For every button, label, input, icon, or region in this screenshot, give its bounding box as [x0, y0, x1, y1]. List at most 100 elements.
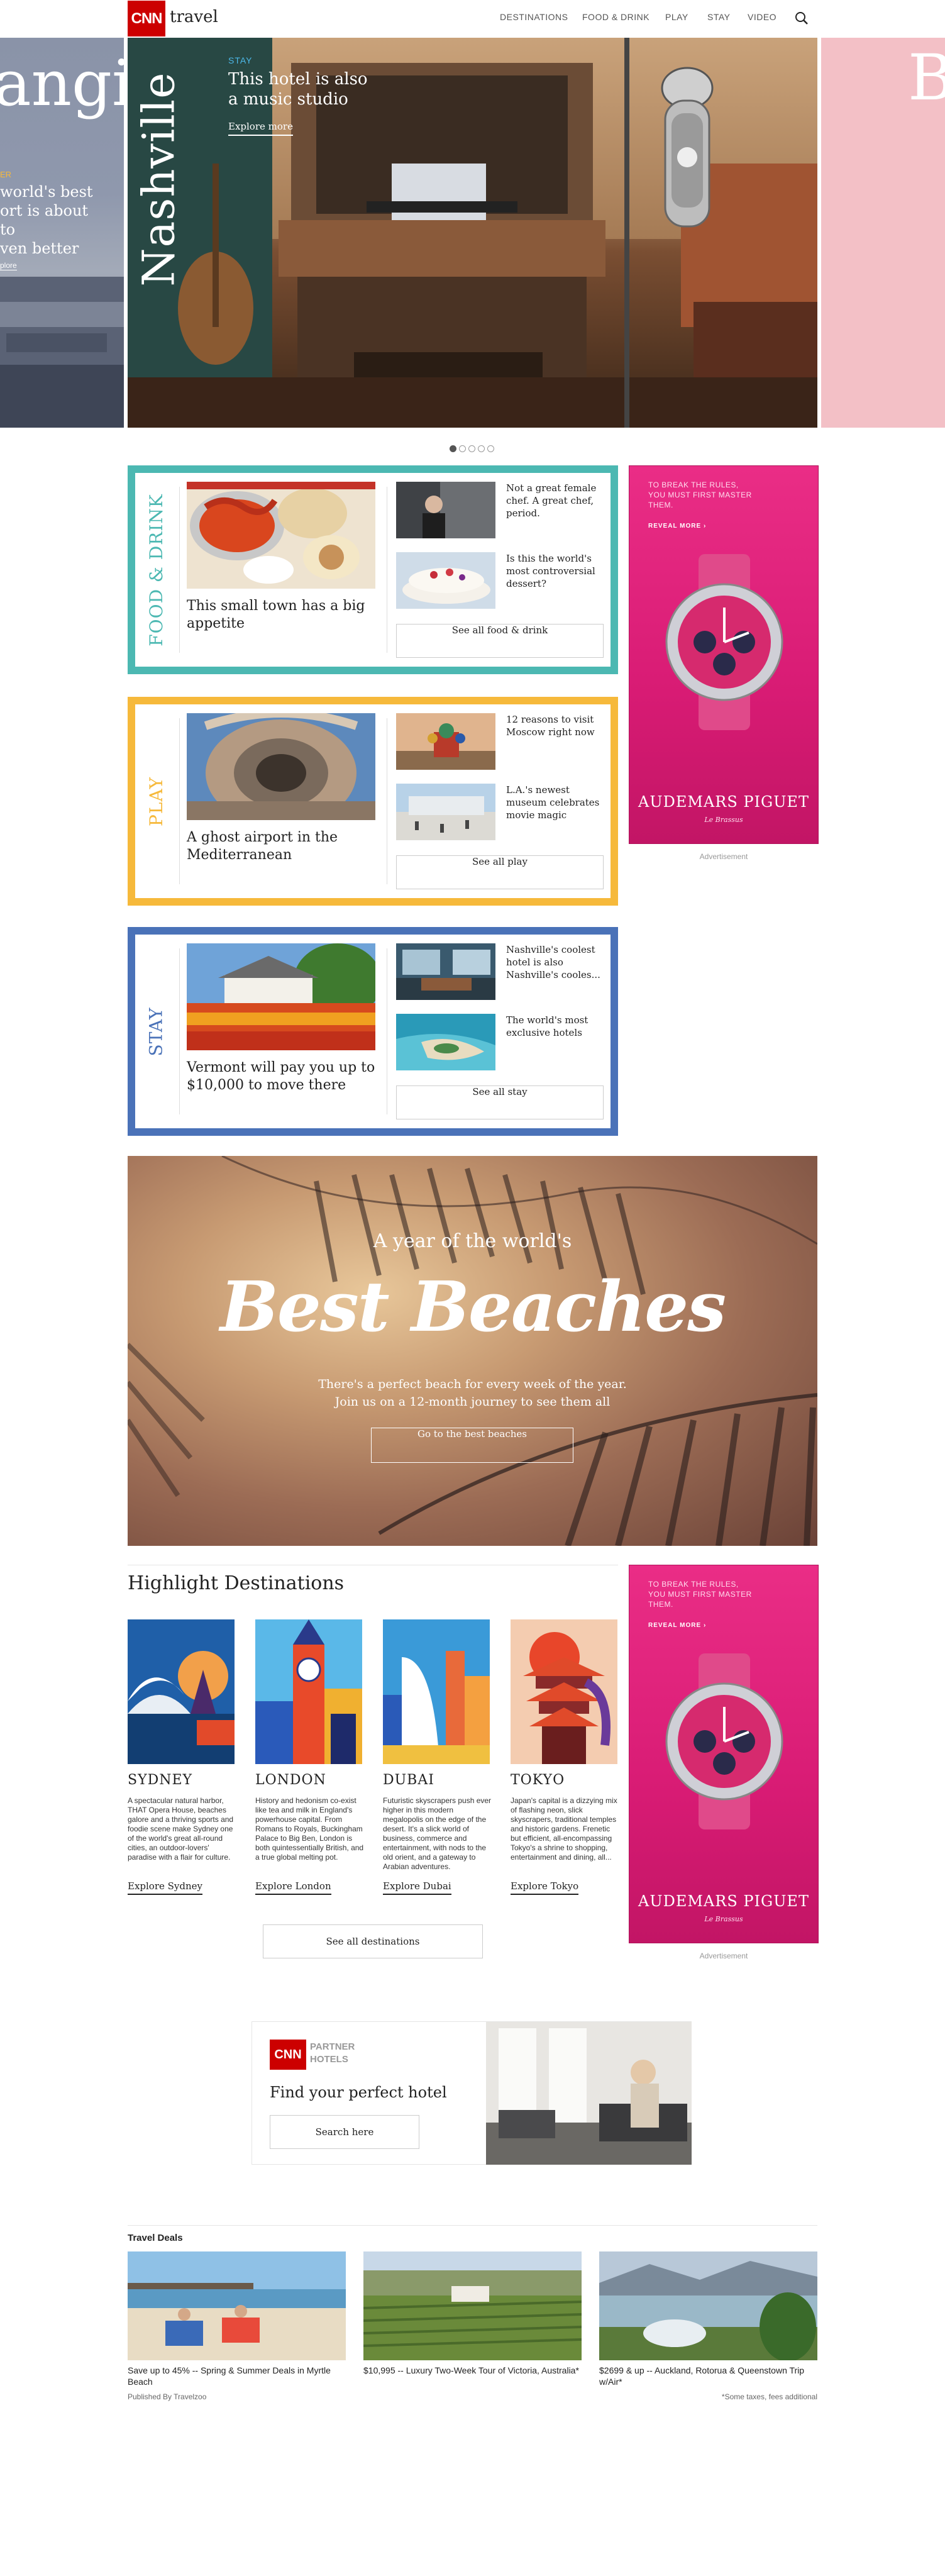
destination-name[interactable]: DUBAI — [383, 1772, 434, 1788]
hero-next-title: B — [908, 41, 945, 114]
hero-tag: STAY — [228, 55, 253, 65]
beach-hotel-photo[interactable] — [396, 1014, 495, 1070]
hero-city: Nashville — [133, 72, 185, 287]
brand-travel[interactable]: travel — [170, 8, 218, 26]
deals-publisher: Published By Travelzoo — [128, 2392, 207, 2401]
destination-name[interactable]: TOKYO — [511, 1772, 565, 1788]
section-label[interactable]: PLAY — [146, 776, 167, 826]
hero-prev-title: angi — [0, 47, 124, 120]
hotel-lounge-photo — [486, 2022, 692, 2165]
beaches-title: Best Beaches — [219, 1266, 726, 1347]
hero-slide-prev[interactable]: angi ER world's best ort is about to ven… — [0, 38, 124, 428]
dubai-illustration[interactable] — [383, 1619, 490, 1764]
destination-description: A spectacular natural harbor, THAT Opera… — [128, 1796, 234, 1862]
new-zealand-lake-photo[interactable] — [599, 2251, 817, 2360]
section-stay: STAY Vermont will pay you up to $10,000 … — [128, 927, 618, 1136]
nav-video[interactable]: VIDEO — [748, 12, 776, 22]
card-item-title[interactable]: Not a great female chef. A great chef, p… — [506, 482, 607, 519]
section-play: PLAY A ghost airport in the Mediterranea… — [128, 697, 618, 906]
card-main-title[interactable]: This small town has a big appetite — [187, 597, 375, 633]
section-label[interactable]: STAY — [146, 1007, 167, 1056]
deal-title[interactable]: $2699 & up -- Auckland, Rotorua & Queens… — [599, 2365, 817, 2387]
card-main-title[interactable]: A ghost airport in the Mediterranean — [187, 829, 375, 864]
vermont-photo[interactable] — [187, 943, 375, 1050]
partner-title: Find your perfect hotel — [270, 2084, 447, 2101]
ad-brand-sub: Le Brassus — [704, 816, 743, 824]
nav-stay[interactable]: STAY — [707, 12, 731, 22]
see-all-button[interactable]: See all food & drink — [396, 624, 604, 658]
museum-photo[interactable] — [396, 784, 495, 840]
card-item-title[interactable]: The world's most exclusive hotels — [506, 1014, 607, 1039]
partner-label-1: PARTNER — [310, 2041, 355, 2052]
advertisement-label: Advertisement — [699, 852, 748, 861]
deals-note: *Some taxes, fees additional — [721, 2392, 817, 2401]
victoria-vineyard-photo[interactable] — [363, 2251, 582, 2360]
ad-tagline: TO BREAK THE RULES, YOU MUST FIRST MASTE… — [648, 480, 752, 509]
section-food-drink: FOOD & DRINK This small town has a big a… — [128, 465, 618, 674]
destination-name[interactable]: SYDNEY — [128, 1772, 192, 1788]
hero-prev-tag: ER — [0, 170, 12, 179]
partner-label-2: HOTELS — [310, 2054, 348, 2065]
destination-description: Futuristic skyscrapers push ever higher … — [383, 1796, 492, 1871]
card-item-title[interactable]: Is this the world's most controversial d… — [506, 552, 607, 590]
ad-brand: AUDEMARS PIGUET — [638, 1892, 809, 1910]
card-item-title[interactable]: 12 reasons to visit Moscow right now — [506, 713, 607, 738]
hero-cta[interactable]: Explore more — [228, 121, 293, 136]
section-label[interactable]: FOOD & DRINK — [146, 494, 167, 647]
carousel-dot[interactable] — [478, 445, 485, 452]
see-all-button[interactable]: See all play — [396, 855, 604, 889]
destination-description: History and hedonism co-exist like tea a… — [255, 1796, 364, 1862]
explore-sydney-link[interactable]: Explore Sydney — [128, 1880, 203, 1895]
deal-title[interactable]: $10,995 -- Luxury Two-Week Tour of Victo… — [363, 2365, 582, 2376]
myrtle-beach-photo[interactable] — [128, 2251, 346, 2360]
ad-brand-sub: Le Brassus — [704, 1915, 743, 1923]
divider — [179, 718, 180, 884]
hero-slide-next[interactable]: B — [821, 38, 945, 428]
card-item-title[interactable]: L.A.'s newest museum celebrates movie ma… — [506, 784, 607, 821]
ad-tagline: TO BREAK THE RULES, YOU MUST FIRST MASTE… — [648, 1580, 752, 1609]
best-beaches-banner[interactable]: A year of the world's Best Beaches There… — [128, 1156, 817, 1546]
hero-city-wrap: Nashville — [128, 38, 216, 321]
watch-icon — [665, 554, 783, 730]
chef-photo[interactable] — [396, 482, 495, 538]
advertisement-banner[interactable]: TO BREAK THE RULES, YOU MUST FIRST MASTE… — [629, 1565, 819, 1943]
carousel-dot[interactable] — [450, 445, 456, 452]
advertisement-banner[interactable]: TO BREAK THE RULES, YOU MUST FIRST MASTE… — [629, 465, 819, 844]
card-item-title[interactable]: Nashville's coolest hotel is also Nashvi… — [506, 943, 607, 981]
hotel-studio-photo[interactable] — [396, 943, 495, 1000]
nav-play[interactable]: PLAY — [665, 12, 688, 22]
pavlova-photo[interactable] — [396, 552, 495, 609]
highlight-title: Highlight Destinations — [128, 1572, 345, 1594]
hero-prev-link[interactable]: plore — [0, 261, 17, 270]
destination-name[interactable]: LONDON — [255, 1772, 326, 1788]
carousel-dot[interactable] — [468, 445, 475, 452]
beaches-cta-button[interactable]: Go to the best beaches — [371, 1428, 573, 1463]
airport-ruin-photo[interactable] — [187, 713, 375, 820]
london-illustration[interactable] — [255, 1619, 362, 1764]
moscow-photo[interactable] — [396, 713, 495, 770]
explore-tokyo-link[interactable]: Explore Tokyo — [511, 1880, 579, 1895]
hero-headline[interactable]: This hotel is also a music studio — [228, 69, 373, 109]
explore-dubai-link[interactable]: Explore Dubai — [383, 1880, 451, 1895]
ad-reveal-link[interactable]: REVEAL MORE › — [648, 523, 706, 530]
deals-title: Travel Deals — [128, 2233, 183, 2243]
carousel-dot[interactable] — [487, 445, 494, 452]
search-icon[interactable] — [793, 10, 810, 26]
nav-food-drink[interactable]: FOOD & DRINK — [582, 12, 649, 22]
carousel-dot[interactable] — [459, 445, 466, 452]
carousel-dots — [450, 444, 497, 455]
tokyo-illustration[interactable] — [511, 1619, 617, 1764]
card-main-title[interactable]: Vermont will pay you up to $10,000 to mo… — [187, 1059, 375, 1094]
ad-brand: AUDEMARS PIGUET — [638, 793, 809, 811]
explore-london-link[interactable]: Explore London — [255, 1880, 331, 1895]
partner-search-button[interactable]: Search here — [270, 2115, 419, 2149]
hero-slide-main[interactable]: Nashville STAY This hotel is also a musi… — [128, 38, 817, 428]
see-all-button[interactable]: See all stay — [396, 1085, 604, 1119]
ad-reveal-link[interactable]: REVEAL MORE › — [648, 1622, 706, 1629]
lobster-photo[interactable] — [187, 482, 375, 589]
nav-destinations[interactable]: DESTINATIONS — [500, 12, 568, 22]
deal-title[interactable]: Save up to 45% -- Spring & Summer Deals … — [128, 2365, 346, 2387]
cnn-logo[interactable]: CNN — [128, 1, 165, 36]
sydney-illustration[interactable] — [128, 1619, 235, 1764]
see-all-destinations-button[interactable]: See all destinations — [263, 1924, 483, 1958]
